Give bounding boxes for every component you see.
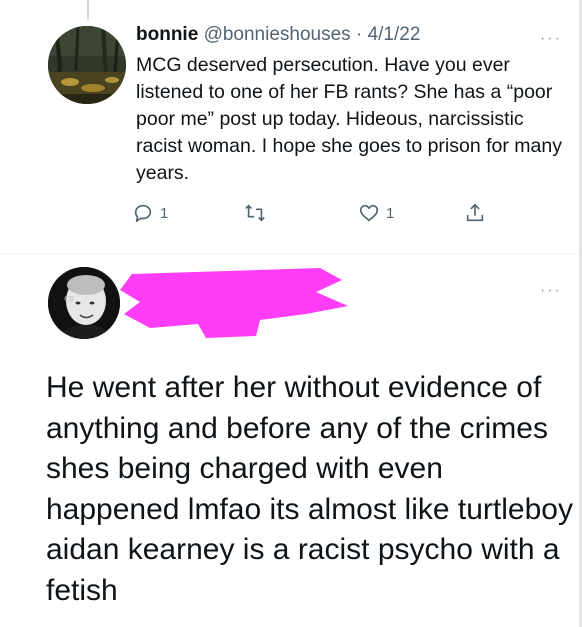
like-button[interactable]: 1	[358, 202, 394, 224]
retweet-icon	[245, 204, 265, 222]
tweet-date[interactable]: 4/1/22	[368, 24, 421, 45]
share-icon	[466, 203, 484, 222]
display-name[interactable]: bonnie	[136, 24, 198, 45]
redaction-marker	[120, 268, 348, 338]
separator-dot: ·	[355, 24, 363, 45]
reply-count: 1	[160, 204, 169, 222]
tweet-text: He went after her without evidence of an…	[46, 371, 573, 607]
like-count: 1	[386, 204, 395, 222]
tweet-text: MCG deserved persecution. Have you ever …	[136, 54, 562, 184]
tweet-actions: 1 1	[132, 202, 502, 232]
avatar[interactable]	[48, 26, 126, 104]
tweet-bonnie[interactable]: bonnie @bonnieshouses · 4/1/22 ··· MCG d…	[0, 0, 580, 260]
heart-icon	[359, 204, 379, 222]
more-options-icon[interactable]: ···	[540, 282, 562, 300]
reply-button[interactable]: 1	[132, 202, 168, 224]
svg-text:cs: cs	[64, 294, 74, 304]
user-handle[interactable]: @bonnieshouses	[204, 24, 351, 45]
avatar-image	[48, 26, 126, 104]
reply-icon	[134, 204, 152, 223]
tweet-header: bonnie @bonnieshouses · 4/1/22	[136, 24, 420, 46]
tweet-divider	[0, 253, 580, 254]
more-options-icon[interactable]: ···	[540, 30, 562, 48]
share-button[interactable]	[464, 202, 486, 224]
retweet-button[interactable]	[244, 202, 272, 224]
